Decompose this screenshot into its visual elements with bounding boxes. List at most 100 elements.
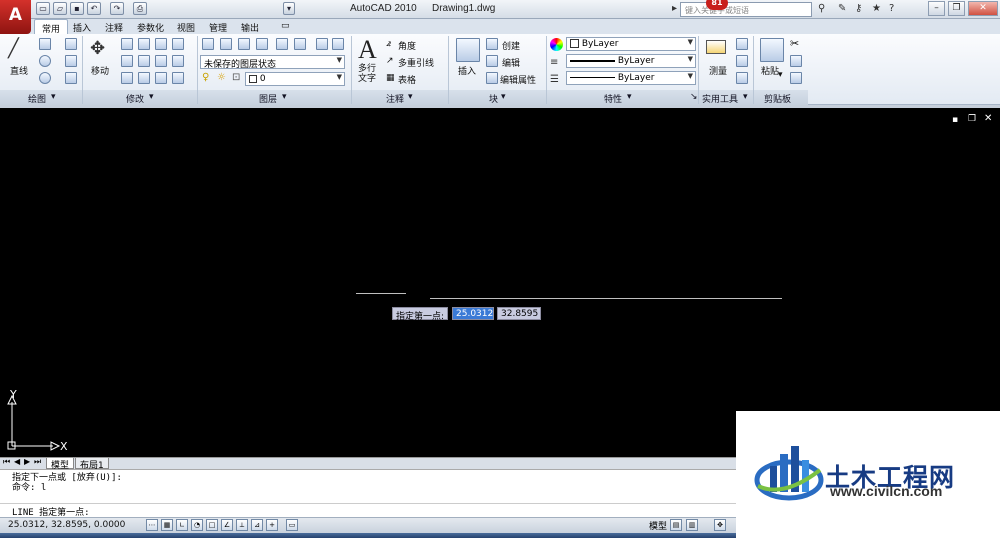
ducs-icon[interactable]: ⟂ <box>236 519 248 531</box>
layer-previous-icon[interactable] <box>332 38 344 50</box>
layers-panel-label[interactable]: 图层 <box>259 92 277 105</box>
rectangle-icon[interactable] <box>65 55 77 67</box>
arc-icon[interactable] <box>39 72 51 84</box>
annotation-panel-label[interactable]: 注释 <box>386 92 404 105</box>
pan-icon[interactable]: ✥ <box>714 519 726 531</box>
block-panel-label[interactable]: 块 <box>489 92 498 105</box>
layer-off-icon[interactable] <box>276 38 288 50</box>
close-button[interactable]: ✕ <box>968 1 998 16</box>
expand-search-icon[interactable]: ▸ <box>672 3 677 14</box>
qp-icon[interactable]: ▭ <box>286 519 298 531</box>
layer-dropdown[interactable]: 0 ▼ <box>245 72 345 86</box>
minimize-button[interactable]: – <box>928 1 945 16</box>
tab-home[interactable]: 常用 <box>34 19 69 35</box>
linetype-icon[interactable]: ☰ <box>550 74 559 85</box>
grid-icon[interactable]: ▦ <box>161 519 173 531</box>
binoculars-icon[interactable]: ⚲ <box>818 3 825 14</box>
mleader-icon[interactable]: ↗ <box>386 56 394 66</box>
layer-lock-icon[interactable] <box>294 38 306 50</box>
open-icon[interactable]: ▱ <box>53 2 67 15</box>
modify-panel-label[interactable]: 修改 <box>126 92 144 105</box>
match-properties-icon[interactable] <box>790 72 802 84</box>
layer-state-dropdown[interactable]: 未保存的图层状态 ▼ <box>200 55 345 69</box>
tab-annotate[interactable]: 注释 <box>98 19 130 34</box>
utilities-panel-label[interactable]: 实用工具 <box>702 92 738 105</box>
measure-icon[interactable] <box>706 40 726 54</box>
mtext-icon[interactable]: A <box>358 35 377 65</box>
workspace-dropdown-icon[interactable]: ▾ <box>283 2 295 15</box>
ortho-icon[interactable]: ∟ <box>176 519 188 531</box>
table-icon[interactable]: ▦ <box>386 73 395 83</box>
circle-icon[interactable] <box>39 55 51 67</box>
lineweight-icon[interactable]: ≡ <box>550 57 558 68</box>
utilities-panel-arrow-icon[interactable]: ▾ <box>743 92 748 102</box>
tab-insert[interactable]: 插入 <box>66 19 98 34</box>
hatch-icon[interactable] <box>65 72 77 84</box>
layout-view-icon[interactable]: ▤ <box>670 519 682 531</box>
undo-line-icon[interactable] <box>65 38 77 50</box>
linetype-dropdown[interactable]: ByLayer ▼ <box>566 71 696 85</box>
tab-nav-prev-icon[interactable]: ◀ <box>14 457 20 466</box>
tab-nav-first-icon[interactable]: ⏮ <box>3 457 10 467</box>
tab-manage[interactable]: 管理 <box>202 19 234 34</box>
layer-match-icon[interactable] <box>316 38 328 50</box>
find-icon[interactable] <box>736 55 748 67</box>
stretch-icon[interactable] <box>121 72 133 84</box>
color-dropdown[interactable]: ByLayer ▼ <box>566 37 696 51</box>
new-icon[interactable]: ▭ <box>36 2 50 15</box>
help-icon[interactable]: ? <box>889 3 894 14</box>
lineweight-dropdown[interactable]: ByLayer ▼ <box>566 54 696 68</box>
rotate-icon[interactable] <box>121 38 133 50</box>
properties-launcher-icon[interactable]: ↘ <box>690 92 698 102</box>
insert-block-icon[interactable] <box>456 38 480 62</box>
paste-icon[interactable] <box>760 38 784 62</box>
explode-icon[interactable] <box>155 55 167 67</box>
snap-icon[interactable]: ⋯ <box>146 519 158 531</box>
tab-model[interactable]: 模型 <box>46 458 75 471</box>
unlock-icon[interactable]: ⊡ <box>232 72 240 83</box>
otrack-icon[interactable]: ∠ <box>221 519 233 531</box>
table-label[interactable]: 表格 <box>398 73 416 86</box>
trim-icon[interactable] <box>138 38 150 50</box>
edit-icon[interactable] <box>172 72 184 84</box>
app-menu-button[interactable]: A <box>0 0 31 34</box>
osnap-icon[interactable]: □ <box>206 519 218 531</box>
erase-icon[interactable] <box>155 38 167 50</box>
paste-arrow-icon[interactable]: ▾ <box>778 70 783 80</box>
properties-panel-arrow-icon[interactable]: ▾ <box>627 92 632 102</box>
fillet-icon[interactable] <box>138 55 150 67</box>
tab-nav-last-icon[interactable]: ⏭ <box>34 457 41 467</box>
dynamic-input-x[interactable]: 25.0312 <box>452 307 494 320</box>
tools-icon[interactable]: ✎ <box>838 3 846 14</box>
create-block-icon[interactable] <box>486 38 498 50</box>
copy-icon[interactable] <box>172 38 184 50</box>
insert-label[interactable]: 插入 <box>458 64 476 77</box>
edit-attributes-label[interactable]: 编辑属性 <box>500 73 536 86</box>
properties-panel-label[interactable]: 特性 <box>604 92 622 105</box>
save-icon[interactable]: ▪ <box>70 2 84 15</box>
redo-icon[interactable]: ↷ <box>110 2 124 15</box>
line-button-label[interactable]: 直线 <box>10 64 28 77</box>
paste-label[interactable]: 粘贴 <box>761 64 779 77</box>
array-icon[interactable] <box>155 72 167 84</box>
clipboard-panel-label[interactable]: 剪贴板 <box>764 92 791 105</box>
copy-clip-icon[interactable] <box>790 55 802 67</box>
draw-panel-arrow-icon[interactable]: ▾ <box>51 92 56 102</box>
annotation-panel-arrow-icon[interactable]: ▾ <box>408 92 413 102</box>
coordinate-readout[interactable]: 25.0312, 32.8595, 0.0000 <box>8 520 125 530</box>
measure-label[interactable]: 测量 <box>709 64 727 77</box>
layer-state-icon[interactable] <box>238 38 250 50</box>
layer-properties-icon[interactable] <box>202 38 214 50</box>
tab-nav-next-icon[interactable]: ▶ <box>24 457 30 466</box>
color-wheel-icon[interactable] <box>550 38 563 51</box>
modify-panel-arrow-icon[interactable]: ▾ <box>149 92 154 102</box>
mirror-icon[interactable] <box>121 55 133 67</box>
undo-icon[interactable]: ↶ <box>87 2 101 15</box>
create-label[interactable]: 创建 <box>502 39 520 52</box>
star-icon[interactable]: ★ <box>872 3 881 14</box>
canvas-restore-icon[interactable]: ❐ <box>968 114 976 124</box>
drawing-canvas[interactable] <box>0 105 1000 457</box>
edit-label[interactable]: 编辑 <box>502 56 520 69</box>
mtext-label[interactable]: 多行 文字 <box>358 64 376 84</box>
line-icon[interactable]: ╱ <box>8 38 19 59</box>
